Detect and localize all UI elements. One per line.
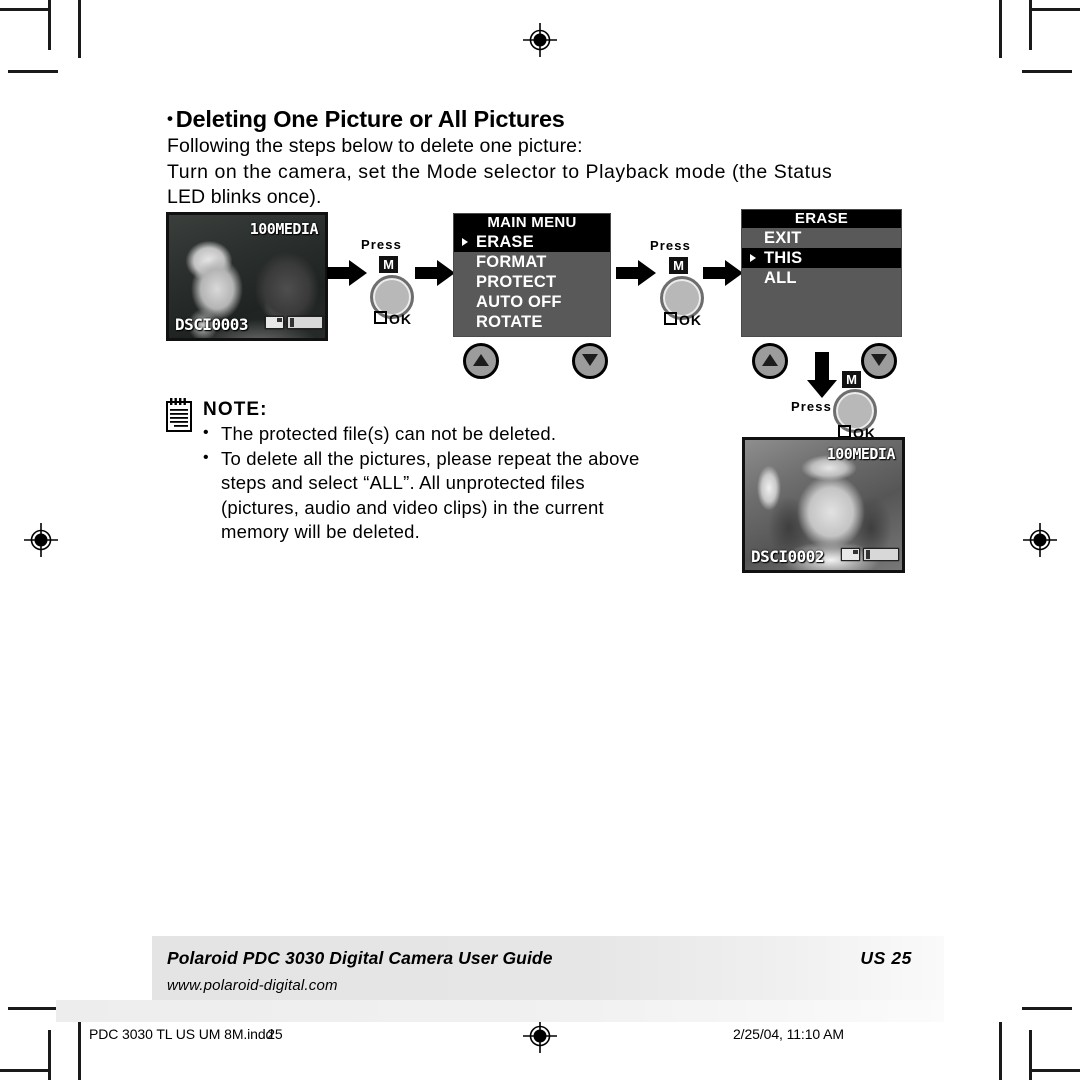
main-menu-title: MAIN MENU [454,214,610,232]
main-menu-item-format[interactable]: FORMAT [454,252,610,272]
ok-text-1: OK [389,311,412,327]
main-menu-item-erase[interactable]: ERASE [454,232,610,252]
block-arrow-right-icon-2 [415,258,455,288]
camera-lcd-step1: 100MEDIA DSCI0003 [166,212,328,341]
block-arrow-right-icon-3 [616,258,656,288]
nav-up-button-2[interactable] [752,343,788,379]
triangle-up-icon-1 [473,354,489,366]
manual-page: • Deleting One Picture or All Pictures Fo… [0,0,1080,1080]
ok-square-glyph-1 [374,311,387,324]
note-item-2-line-2: steps and select “ALL”. All unprotected … [221,472,585,493]
nav-down-button-2[interactable] [861,343,897,379]
print-file-page: 25 [267,1026,283,1042]
erase-menu-item-exit[interactable]: EXIT [742,228,901,248]
mode-badge-1: M [379,256,398,273]
registration-mark-icon-right [1023,523,1057,557]
ok-square-glyph-2 [664,312,677,325]
main-menu-item-rotate[interactable]: ROTATE [454,312,610,332]
memory-card-icon-2 [841,548,860,561]
ok-text-2: OK [679,312,702,328]
press-label-1: Press [361,237,402,252]
nav-down-button-1[interactable] [572,343,608,379]
page-title: • Deleting One Picture or All Pictures [167,106,565,133]
main-menu-item-auto-off[interactable]: AUTO OFF [454,292,610,312]
print-timestamp: 2/25/04, 11:10 AM [733,1026,844,1042]
print-file-info: PDC 3030 TL US UM 8M.indd25 [89,1026,283,1042]
battery-icon [287,316,323,329]
lcd-folder-label: 100MEDIA [249,220,319,238]
intro-line-2: Turn on the camera, set the Mode selecto… [167,160,833,183]
note-item-2-line-4: memory will be deleted. [221,521,420,542]
intro-line-1: Following the steps below to delete one … [167,135,583,157]
battery-icon-2 [863,548,899,561]
intro-line-3: LED blinks once). [167,186,322,208]
press-label-2: Press [650,238,691,253]
footer-page-number: US 25 [860,948,912,968]
block-arrow-right-icon-4 [703,258,743,288]
registration-mark-icon-top [523,23,557,57]
registration-mark-icon-bottom [523,1019,557,1053]
block-arrow-down-icon [806,352,838,398]
triangle-down-icon-1 [582,354,598,366]
lcd-filename-label-2: DSCI0002 [751,547,825,566]
note-title: NOTE: [203,399,268,420]
nav-up-button-1[interactable] [463,343,499,379]
triangle-up-icon-2 [762,354,778,366]
notepad-icon [166,398,192,432]
footer-url: www.polaroid-digital.com [167,977,338,994]
main-menu-panel: MAIN MENU ERASE FORMAT PROTECT AUTO OFF … [453,213,611,337]
print-file-name: PDC 3030 TL US UM 8M.indd [89,1026,274,1042]
erase-menu-item-all[interactable]: ALL [742,268,901,288]
note-item-2-line-3: (pictures, audio and video clips) in the… [221,496,604,518]
lcd-filename-label: DSCI0003 [175,315,249,334]
camera-lcd-result: 100MEDIA DSCI0002 [742,437,905,573]
intro-paragraph: Following the steps below to delete one … [167,134,919,211]
erase-menu-title: ERASE [742,210,901,228]
lcd-folder-label-2: 100MEDIA [826,445,896,463]
triangle-down-icon-2 [871,354,887,366]
mode-badge-3: M [842,371,861,388]
main-menu-item-protect[interactable]: PROTECT [454,272,610,292]
note-item-1: The protected file(s) can not be deleted… [200,421,720,447]
ok-label-1: OK [374,311,412,327]
erase-menu-item-this[interactable]: THIS [742,248,901,268]
block-arrow-right-icon-1 [327,258,367,288]
erase-menu-panel: ERASE EXIT THIS ALL [741,209,902,337]
note-list: The protected file(s) can not be deleted… [200,421,720,545]
press-label-3: Press [791,399,832,414]
mode-badge-2: M [669,257,688,274]
heading-text: Deleting One Picture or All Pictures [175,106,565,132]
heading-bullet: • [167,109,173,128]
note-item-2-line-1: To delete all the pictures, please repea… [221,447,640,469]
registration-mark-icon-left [24,523,58,557]
ok-label-2: OK [664,312,702,328]
footer-title: Polaroid PDC 3030 Digital Camera User Gu… [167,948,553,968]
footer-band-lower [56,1000,944,1022]
memory-card-icon [265,316,284,329]
note-item-2: To delete all the pictures, please repea… [200,446,720,545]
